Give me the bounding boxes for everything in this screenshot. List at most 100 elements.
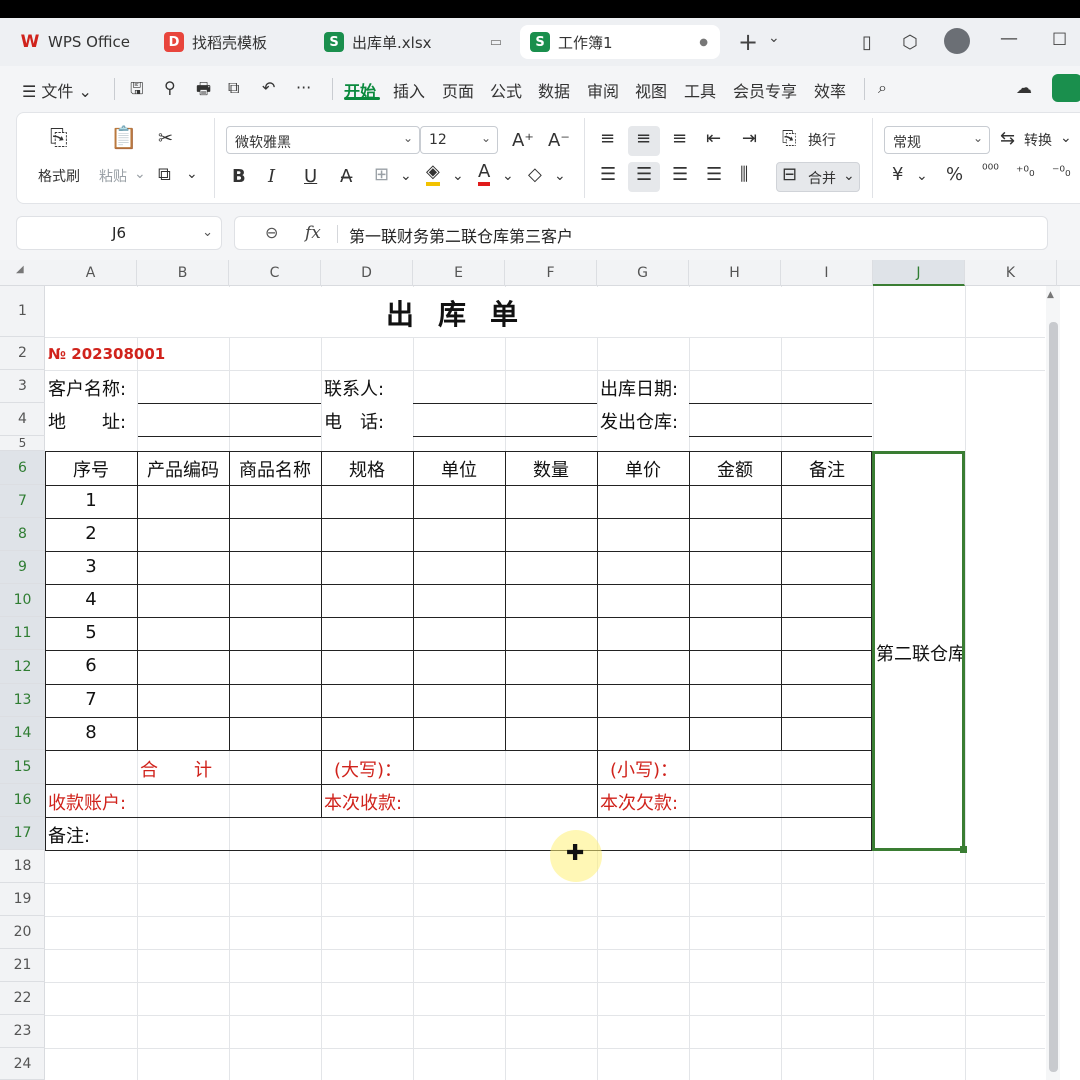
cut-icon[interactable]: ✂ [158,128,173,149]
col-header-c[interactable]: C [229,260,321,286]
convert-chevron-icon[interactable]: ⌄ [1060,130,1072,146]
font-name-select[interactable]: 微软雅黑 ⌄ [226,126,420,154]
row-header-2[interactable]: 2 [0,337,45,370]
scroll-up-icon[interactable]: ▲ [1047,290,1054,300]
paste-chevron-icon[interactable]: ⌄ [134,166,146,182]
row-header-24[interactable]: 24 [0,1048,45,1080]
font-size-select[interactable]: 12 ⌄ [420,126,498,154]
row-header-3[interactable]: 3 [0,370,45,403]
menu-view[interactable]: 视图 [635,78,667,102]
share-icon[interactable]: ⚲ [164,78,176,97]
menu-tools[interactable]: 工具 [684,78,716,102]
bold-button[interactable]: B [232,166,246,187]
menu-insert[interactable]: 插入 [393,78,425,102]
paste-button[interactable]: 粘贴 [99,166,127,186]
row-header-12[interactable]: 12 [0,650,45,684]
col-header-d[interactable]: D [321,260,413,286]
print-preview-icon[interactable]: ⧉ [228,78,239,98]
row-header-5[interactable]: 5 [0,436,45,451]
copy-chevron-icon[interactable]: ⌄ [186,166,198,182]
merge-button[interactable]: 合并 [808,168,836,188]
menu-member[interactable]: 会员专享 [733,78,797,102]
merge-chevron-icon[interactable]: ⌄ [843,168,855,184]
eraser-icon[interactable]: ◇ [528,164,542,185]
col-header-j[interactable]: J [873,260,965,286]
number-format-select[interactable]: 常规 ⌄ [884,126,990,154]
row-header-16[interactable]: 16 [0,784,45,817]
col-header-f[interactable]: F [505,260,597,286]
formula-content[interactable]: 第一联财务第二联仓库第三客户 [349,223,573,247]
decrease-font-button[interactable]: A⁻ [548,130,570,151]
share-cloud-button[interactable] [1052,74,1080,102]
format-painter-button[interactable]: 格式刷 [38,166,80,186]
name-box[interactable]: J6 ⌄ [16,216,222,250]
row-header-20[interactable]: 20 [0,916,45,949]
row-header-22[interactable]: 22 [0,982,45,1015]
col-header-k[interactable]: K [965,260,1057,286]
search-icon[interactable]: ⌕ [878,78,887,98]
tab-list-chevron-icon[interactable]: ⌄ [768,30,780,46]
menu-review[interactable]: 审阅 [587,78,619,102]
select-all-corner[interactable]: ◢ [16,264,24,275]
tab-docer-templates[interactable]: D 找稻壳模板 [154,25,308,59]
underline-button[interactable]: U [304,166,317,187]
menu-data[interactable]: 数据 [538,78,570,102]
border-icon[interactable]: ⊞ [374,164,389,185]
unsaved-dot-icon[interactable]: ● [699,37,708,48]
col-header-e[interactable]: E [413,260,505,286]
row-header-11[interactable]: 11 [0,617,45,650]
align-center-icon[interactable]: ☰ [636,164,652,185]
increase-font-button[interactable]: A⁺ [512,130,534,151]
italic-button[interactable]: I [268,166,275,187]
col-header-a[interactable]: A [45,260,137,286]
file-menu[interactable]: ☰ 文件 ⌄ [22,78,92,102]
tab-wps-office[interactable]: W WPS Office [10,25,146,59]
menu-efficiency[interactable]: 效率 [814,78,846,102]
align-top-icon[interactable]: ≡ [600,128,615,149]
formula-input[interactable]: ⊖ fx 第一联财务第二联仓库第三客户 [234,216,1048,250]
paste-icon[interactable]: 📋 [110,126,137,151]
font-color-icon[interactable]: A [478,162,491,186]
percent-button[interactable]: % [946,164,963,185]
tab-workbook1[interactable]: S 工作簿1 ● [520,25,720,59]
row-header-10[interactable]: 10 [0,584,45,617]
increase-indent-icon[interactable]: ⇥ [742,128,757,149]
reader-mode-icon[interactable]: ▯ [862,32,872,53]
row-header-18[interactable]: 18 [0,850,45,883]
row-header-19[interactable]: 19 [0,883,45,916]
strikethrough-button[interactable]: A̶ [340,166,352,187]
cloud-icon[interactable]: ☁ [1016,78,1032,97]
currency-button[interactable]: ¥ [892,164,903,185]
format-painter-icon[interactable]: ⎘ [50,126,68,151]
row-header-23[interactable]: 23 [0,1015,45,1048]
minimize-button[interactable]: — [1000,28,1018,49]
user-avatar[interactable] [944,28,970,54]
more-icon[interactable]: ··· [296,78,311,97]
cube-icon[interactable]: ⬡ [902,32,918,53]
col-header-b[interactable]: B [137,260,229,286]
row-header-4[interactable]: 4 [0,403,45,436]
fx-icon[interactable]: fx [305,223,321,243]
distributed-icon[interactable]: ⫼ [740,164,748,185]
convert-icon[interactable]: ⇆ [1000,128,1015,149]
new-tab-button[interactable]: + [738,28,758,56]
row-header-9[interactable]: 9 [0,551,45,584]
save-icon[interactable]: 🖫 [130,78,144,105]
row-header-14[interactable]: 14 [0,717,45,750]
row-header-8[interactable]: 8 [0,518,45,551]
currency-chevron-icon[interactable]: ⌄ [916,168,928,184]
row-header-13[interactable]: 13 [0,684,45,717]
row-header-1[interactable]: 1 [0,286,45,337]
row-header-17[interactable]: 17 [0,817,45,850]
tab-outbound-xlsx[interactable]: S 出库单.xlsx ▭ [314,25,514,59]
fill-chevron-icon[interactable]: ⌄ [452,168,464,184]
chevron-down-icon[interactable]: ⌄ [202,217,213,249]
align-bottom-icon[interactable]: ≡ [672,128,687,149]
wrap-text-icon[interactable]: ⎘ [782,128,796,149]
decrease-decimal-button[interactable]: ⁻⁰₀ [1052,164,1071,180]
maximize-button[interactable]: ☐ [1052,30,1067,50]
menu-page[interactable]: 页面 [442,78,474,102]
col-header-h[interactable]: H [689,260,781,286]
row-header-7[interactable]: 7 [0,485,45,518]
thousands-button[interactable]: ⁰⁰⁰ [982,162,999,178]
